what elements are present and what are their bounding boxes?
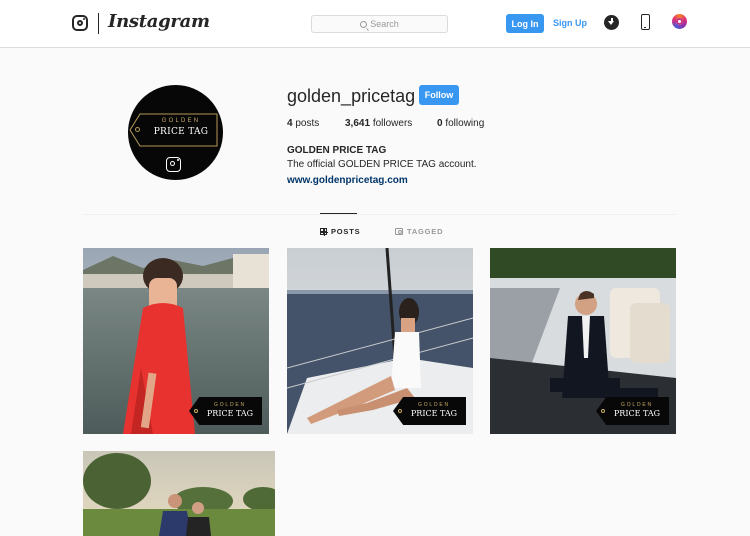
instagram-glyph-icon: [166, 157, 181, 172]
post-thumbnail[interactable]: GOLDEN PRICE TAG: [287, 248, 473, 434]
post-photo-golf: [83, 451, 275, 536]
top-navigation-bar: Instagram Search Log In Sign Up: [0, 0, 750, 48]
log-in-button[interactable]: Log In: [506, 14, 544, 33]
posts-count: 4: [287, 118, 293, 129]
download-icon[interactable]: [604, 15, 619, 30]
following-count: 0: [437, 118, 443, 129]
tab-tagged[interactable]: TAGGED: [395, 227, 443, 236]
watermark-main-text: PRICE TAG: [206, 409, 254, 418]
profile-website-link[interactable]: www.goldenpricetag.com: [287, 175, 408, 186]
post-watermark: GOLDEN PRICE TAG: [596, 397, 669, 425]
followers-label: followers: [372, 118, 413, 129]
watermark-main-text: PRICE TAG: [410, 409, 458, 418]
search-placeholder: Search: [370, 19, 399, 29]
profile-avatar: GOLDEN PRICE TAG: [128, 85, 223, 180]
posts-label: posts: [295, 118, 320, 129]
tab-posts-label: POSTS: [331, 227, 361, 236]
following-label: following: [445, 118, 485, 129]
posts-stat: 4 posts: [287, 118, 319, 129]
profile-bio: The official GOLDEN PRICE TAG account.: [287, 159, 477, 170]
instagram-app-icon[interactable]: [672, 14, 687, 29]
mobile-phone-icon[interactable]: [641, 14, 650, 30]
instagram-wordmark[interactable]: Instagram: [108, 11, 210, 32]
post-thumbnail[interactable]: GOLDEN PRICE TAG: [83, 248, 269, 434]
watermark-main-text: PRICE TAG: [613, 409, 661, 418]
post-watermark: GOLDEN PRICE TAG: [393, 397, 466, 425]
tabs-divider: [83, 214, 676, 215]
instagram-logo-icon[interactable]: [72, 15, 88, 31]
watermark-top-text: GOLDEN: [214, 402, 246, 408]
logo-divider: [98, 13, 99, 34]
followers-stat[interactable]: 3,641 followers: [345, 118, 412, 129]
tab-tagged-label: TAGGED: [407, 227, 444, 236]
post-thumbnail[interactable]: GOLDEN PRICE TAG: [490, 248, 676, 434]
price-tag-hole-icon: [135, 127, 140, 132]
followers-count: 3,641: [345, 118, 371, 129]
avatar-logo-main-text: PRICE TAG: [153, 127, 209, 137]
avatar-logo-top-text: GOLDEN: [161, 118, 201, 124]
grid-icon: [320, 228, 328, 236]
watermark-hole-icon: [601, 409, 605, 413]
follow-button[interactable]: Follow: [419, 85, 459, 105]
watermark-hole-icon: [398, 409, 402, 413]
watermark-hole-icon: [194, 409, 198, 413]
active-tab-indicator: [320, 213, 357, 214]
profile-full-name: GOLDEN PRICE TAG: [287, 145, 387, 156]
tab-posts[interactable]: POSTS: [320, 227, 360, 236]
search-icon: [360, 20, 368, 28]
profile-username: golden_pricetag: [287, 86, 416, 106]
search-input[interactable]: Search: [311, 15, 448, 33]
watermark-top-text: GOLDEN: [418, 402, 450, 408]
sign-up-link[interactable]: Sign Up: [553, 18, 587, 28]
post-thumbnail[interactable]: [83, 451, 275, 536]
post-watermark: GOLDEN PRICE TAG: [189, 397, 262, 425]
tagged-icon: [395, 228, 403, 235]
watermark-top-text: GOLDEN: [621, 402, 653, 408]
following-stat[interactable]: 0 following: [437, 118, 484, 129]
